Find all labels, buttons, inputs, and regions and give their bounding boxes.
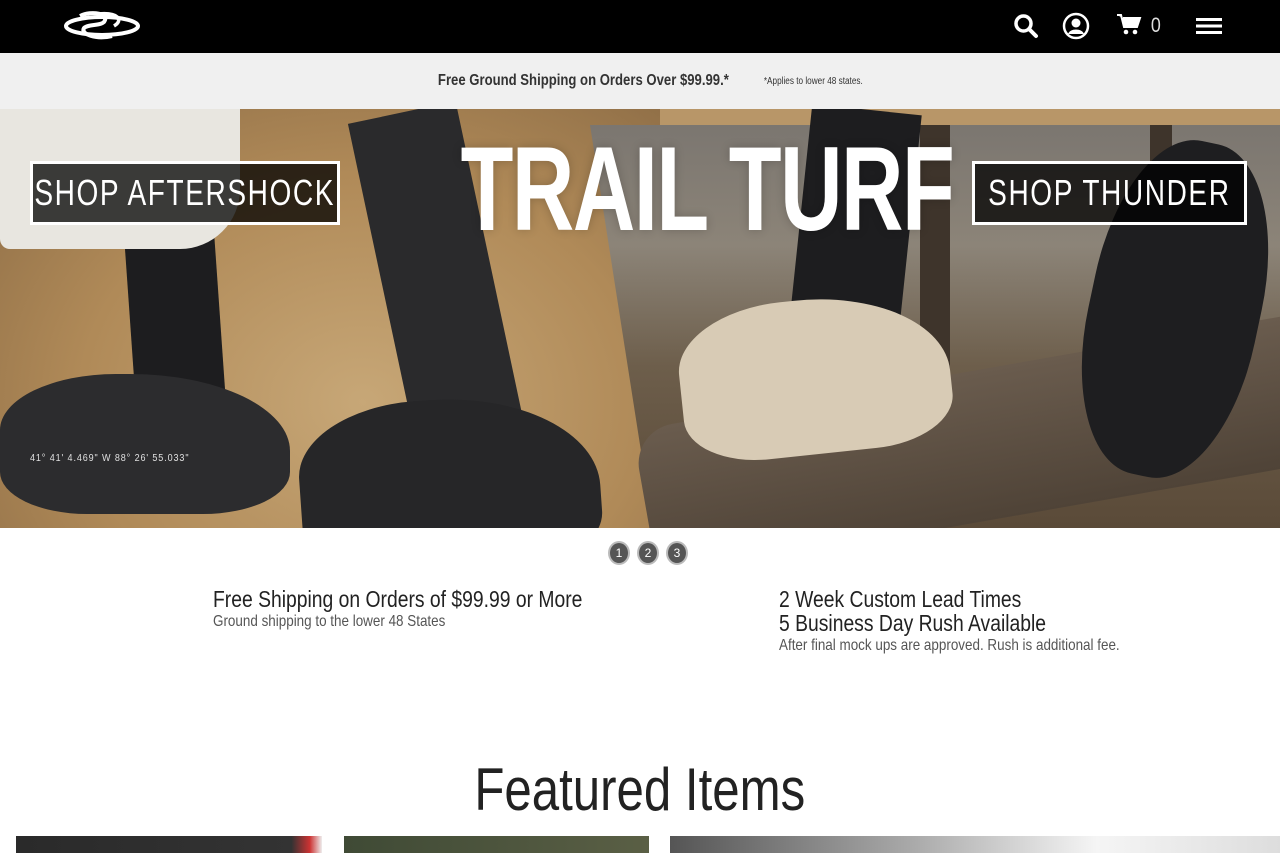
shipping-info: Free Shipping on Orders of $99.99 or Mor… bbox=[213, 587, 653, 631]
hero-banner[interactable]: TRAIL TURF SHOP AFTERSHOCK SHOP THUNDER … bbox=[0, 109, 1280, 528]
slider-dot-2[interactable]: 2 bbox=[637, 541, 659, 565]
search-icon[interactable] bbox=[1013, 12, 1041, 40]
featured-item-card[interactable] bbox=[344, 836, 649, 853]
featured-item-card[interactable] bbox=[670, 836, 1280, 853]
featured-items-heading: Featured Items bbox=[0, 755, 1280, 824]
rush-heading: 5 Business Day Rush Available bbox=[779, 610, 1047, 636]
hero-title: TRAIL TURF bbox=[460, 122, 955, 256]
featured-item-card[interactable] bbox=[16, 836, 322, 853]
shipping-info-sub: Ground shipping to the lower 48 States bbox=[213, 613, 446, 630]
menu-icon[interactable] bbox=[1195, 12, 1223, 40]
boombah-logo-icon[interactable] bbox=[62, 10, 142, 42]
slider-dot-3[interactable]: 3 bbox=[666, 541, 688, 565]
shop-thunder-button[interactable]: SHOP THUNDER bbox=[972, 161, 1247, 225]
lead-time-heading: 2 Week Custom Lead Times bbox=[779, 586, 1022, 612]
shop-thunder-label: SHOP THUNDER bbox=[988, 172, 1231, 213]
shoe-shape bbox=[0, 374, 290, 514]
lead-time-sub: After final mock ups are approved. Rush … bbox=[779, 637, 1120, 654]
shop-aftershock-label: SHOP AFTERSHOCK bbox=[34, 172, 336, 213]
shop-aftershock-button[interactable]: SHOP AFTERSHOCK bbox=[30, 161, 340, 225]
cart-count: 0 bbox=[1150, 14, 1161, 37]
shoe-shape bbox=[294, 388, 606, 528]
slider-dots: 1 2 3 bbox=[608, 541, 688, 565]
lead-time-info: 2 Week Custom Lead Times 5 Business Day … bbox=[779, 587, 1185, 655]
cart-button[interactable]: 0 bbox=[1116, 12, 1166, 40]
promo-note-text: *Applies to lower 48 states. bbox=[763, 75, 863, 87]
slider-dot-1[interactable]: 1 bbox=[608, 541, 630, 565]
hero-coordinates: 41° 41' 4.469" W 88° 26' 55.033" bbox=[30, 453, 190, 464]
shipping-info-heading: Free Shipping on Orders of $99.99 or Mor… bbox=[213, 586, 583, 612]
cart-icon bbox=[1116, 12, 1142, 41]
promo-main-text: Free Ground Shipping on Orders Over $99.… bbox=[438, 72, 730, 89]
top-nav-bar: 0 bbox=[0, 0, 1280, 53]
featured-items-title: Featured Items bbox=[474, 756, 806, 823]
account-icon[interactable] bbox=[1062, 12, 1090, 40]
shipping-promo-bar: Free Ground Shipping on Orders Over $99.… bbox=[0, 53, 1280, 109]
